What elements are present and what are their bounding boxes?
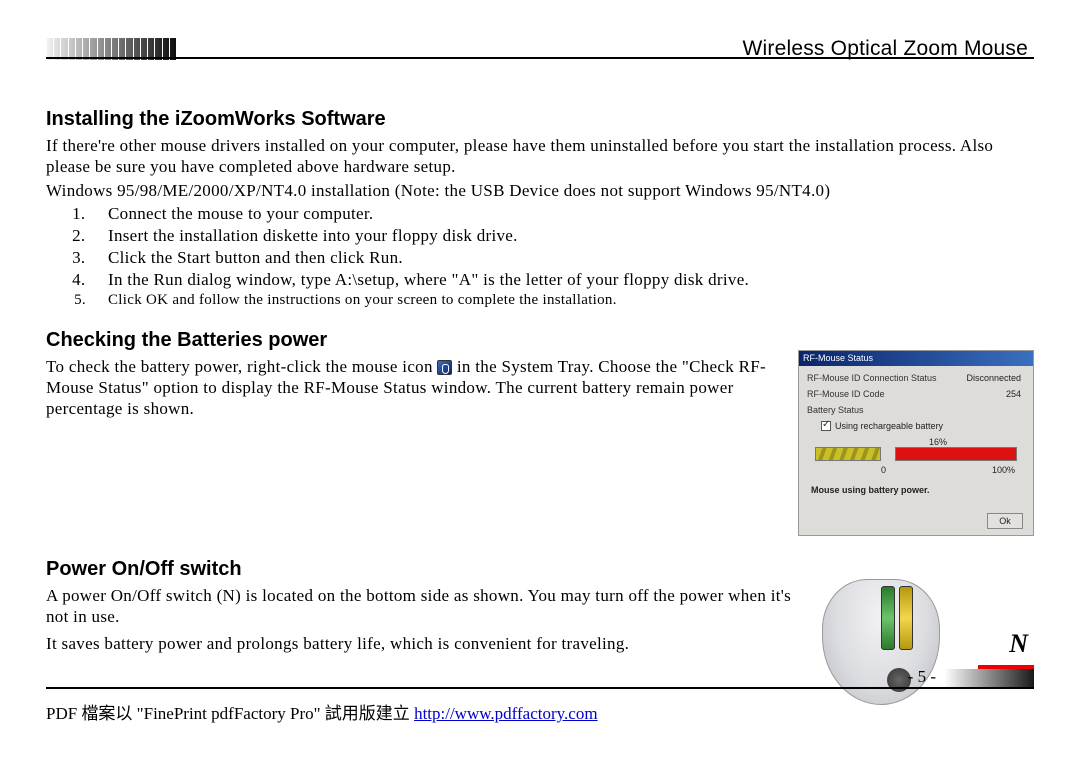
footer-rule: [46, 687, 1034, 689]
install-steps: Connect the mouse to your computer. Inse…: [90, 203, 1034, 311]
page-number: - 5 -: [46, 667, 936, 687]
product-title: Wireless Optical Zoom Mouse: [743, 37, 1028, 61]
section2-p1a: To check the battery power, right-click …: [46, 357, 433, 376]
scale-100: 100%: [992, 465, 1015, 475]
dialog-row2-label: RF-Mouse ID Code: [807, 389, 1025, 399]
battery-bar-red: [895, 447, 1017, 461]
step-4: In the Run dialog window, type A:\setup,…: [90, 269, 1034, 291]
mouse-tray-icon: [437, 360, 452, 375]
dialog-checkbox-label: Using rechargeable battery: [835, 421, 943, 431]
battery-bar-yellow: [815, 447, 881, 461]
page-footer-area: - 5 - PDF 檔案以 "FinePrint pdfFactory Pro"…: [46, 691, 1034, 724]
section3-heading: Power On/Off switch: [46, 558, 1034, 581]
step-3: Click the Start button and then click Ru…: [90, 247, 1034, 269]
content-area: Installing the iZoomWorks Software If th…: [46, 108, 1034, 709]
rf-mouse-status-dialog: RF-Mouse Status RF-Mouse ID Connection S…: [798, 350, 1034, 536]
section2-heading: Checking the Batteries power: [46, 329, 1034, 352]
mouse-bottom-figure: N: [808, 579, 1034, 709]
battery-yellow: [899, 586, 913, 650]
section3-p1: A power On/Off switch (N) is located on …: [46, 585, 794, 628]
dialog-row1-value: Disconnected: [966, 373, 1021, 383]
callout-letter: N: [1009, 629, 1028, 659]
section2-paragraph: To check the battery power, right-click …: [46, 356, 784, 420]
battery-green: [881, 586, 895, 650]
footer-text: PDF 檔案以 "FinePrint pdfFactory Pro" 試用版建立: [46, 704, 414, 723]
step-5: Click OK and follow the instructions on …: [90, 291, 1034, 311]
section1-intro1: If there're other mouse drivers installe…: [46, 135, 1034, 178]
step-1: Connect the mouse to your computer.: [90, 203, 1034, 225]
dialog-titlebar: RF-Mouse Status: [799, 351, 1033, 366]
dialog-message: Mouse using battery power.: [811, 485, 930, 495]
footer-gradient: [944, 669, 1034, 687]
document-page: Wireless Optical Zoom Mouse Installing t…: [46, 38, 1034, 709]
dialog-percent: 16%: [929, 437, 947, 447]
scale-0: 0: [881, 465, 886, 475]
section3-p2: It saves battery power and prolongs batt…: [46, 633, 794, 654]
dialog-row2-value: 254: [1006, 389, 1021, 399]
checkbox-icon: [821, 421, 831, 431]
section1-intro2: Windows 95/98/ME/2000/XP/NT4.0 installat…: [46, 180, 1034, 201]
footer-link[interactable]: http://www.pdffactory.com: [414, 704, 598, 723]
dialog-checkbox: Using rechargeable battery: [821, 421, 943, 432]
dialog-row3-label: Battery Status: [807, 405, 1025, 415]
header-rule: Wireless Optical Zoom Mouse: [46, 38, 1034, 62]
section2-row: To check the battery power, right-click …: [46, 356, 1034, 536]
section1-heading: Installing the iZoomWorks Software: [46, 108, 1034, 131]
dialog-ok-button[interactable]: Ok: [987, 513, 1023, 529]
pdf-footer: PDF 檔案以 "FinePrint pdfFactory Pro" 試用版建立…: [46, 699, 1034, 724]
step-2: Insert the installation diskette into yo…: [90, 225, 1034, 247]
battery-bar: [815, 447, 1017, 471]
